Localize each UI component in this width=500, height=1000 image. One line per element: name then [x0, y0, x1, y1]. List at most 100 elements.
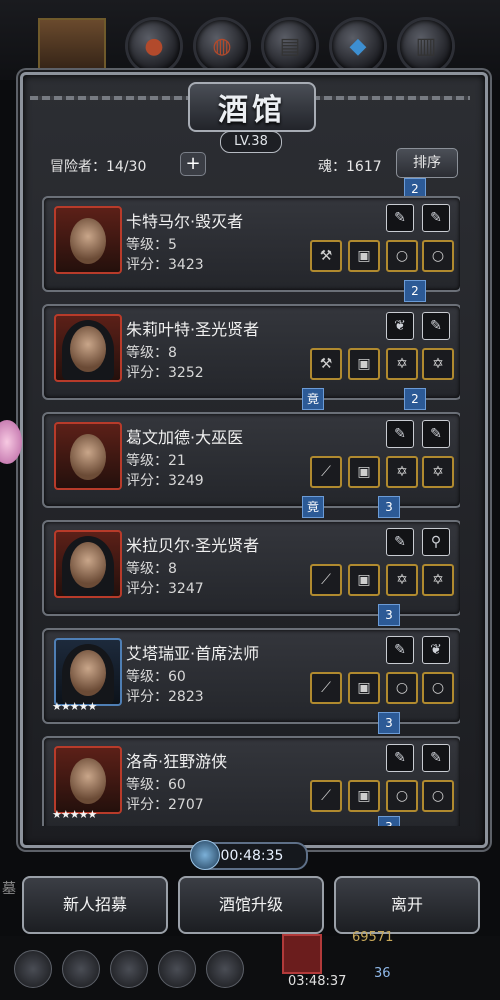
amulet-icon[interactable]: ✡	[386, 456, 418, 488]
menu-icon[interactable]	[206, 950, 244, 988]
hero-score: 评分：3249	[126, 473, 204, 489]
armor-icon[interactable]: ▣	[348, 780, 380, 812]
ring-icon[interactable]: ○	[386, 672, 418, 704]
hero-level: 等级：60	[126, 669, 186, 685]
axe-icon[interactable]: ⚒	[310, 240, 342, 272]
panel-title: 酒馆	[188, 82, 316, 132]
scroll-icon: ◍	[212, 33, 232, 59]
hero-card[interactable]: 葛文加德·大巫医 等级：21 评分：3249 ✎ ✎ ⟋ ▣ ✡ ✡	[42, 412, 460, 508]
skill-icon[interactable]: ❦	[422, 636, 450, 664]
skill-icon[interactable]: ✎	[386, 636, 414, 664]
staff-icon[interactable]: ⟋	[310, 672, 342, 704]
recruit-button[interactable]: 新人招募	[22, 876, 168, 934]
arena-tag: 竟	[302, 388, 324, 410]
hero-card[interactable]: ★★★★★ 洛奇·狂野游侠 等级：60 评分：2707 ✎ ✎ ⟋ ▣ ○ ○	[42, 736, 460, 826]
hero-list[interactable]: 卡特马尔·毁灭者 等级：5 评分：3423 ✎ ✎ ⚒ ▣ ○ ○ 2 朱莉叶特…	[42, 196, 460, 826]
amulet-icon[interactable]: ✡	[422, 456, 454, 488]
hud-slot-2[interactable]: ◍	[196, 20, 248, 72]
hero-portrait	[54, 422, 122, 490]
hero-level: 等级：8	[126, 345, 177, 361]
amulet-icon[interactable]: ✡	[422, 564, 454, 596]
hero-stars: ★★★★★	[52, 700, 97, 713]
staff-icon[interactable]: ⟋	[310, 456, 342, 488]
hero-level: 等级：5	[126, 237, 177, 253]
sort-button[interactable]: 排序	[396, 148, 458, 178]
ring-icon[interactable]: ○	[422, 672, 454, 704]
hero-level: 等级：21	[126, 453, 186, 469]
gift-timer: 03:48:37	[288, 974, 347, 989]
hero-score: 评分：2707	[126, 797, 204, 813]
chain-right	[312, 96, 470, 100]
crystal-icon: ◆	[349, 33, 367, 59]
armor-icon[interactable]: ▣	[348, 564, 380, 596]
hero-portrait	[54, 530, 122, 598]
soul-count: 魂：1617	[318, 159, 382, 175]
hammer-icon[interactable]: ⚒	[310, 348, 342, 380]
hero-name: 朱莉叶特·圣光贤者	[126, 320, 260, 339]
hero-score: 评分：3252	[126, 365, 204, 381]
leave-button[interactable]: 离开	[334, 876, 480, 934]
hero-name: 艾塔瑞亚·首席法师	[126, 644, 260, 663]
ring-icon[interactable]: ○	[422, 780, 454, 812]
hero-card[interactable]: ★★★★★ 艾塔瑞亚·首席法师 等级：60 评分：2823 ✎ ❦ ⟋ ▣ ○ …	[42, 628, 460, 724]
amulet-icon[interactable]: ✡	[386, 564, 418, 596]
arena-tag: 竟	[302, 496, 324, 518]
skill-icon[interactable]: ✎	[422, 744, 450, 772]
side-text: 墓	[2, 881, 16, 897]
menu-icon[interactable]	[158, 950, 196, 988]
armor-icon[interactable]: ▣	[348, 240, 380, 272]
gold-count: 69571	[352, 930, 394, 945]
ring-icon[interactable]: ○	[386, 780, 418, 812]
chest-icon: ▥	[415, 33, 437, 59]
amulet-icon[interactable]: ✡	[422, 348, 454, 380]
hero-portrait	[54, 746, 122, 814]
gem-count: 36	[374, 966, 391, 981]
add-adventurer-button[interactable]: +	[180, 152, 206, 176]
upgrade-tavern-button[interactable]: 酒馆升级	[178, 876, 324, 934]
armor-icon[interactable]: ▣	[348, 672, 380, 704]
menu-icon[interactable]	[110, 950, 148, 988]
skill-icon[interactable]: ✎	[386, 204, 414, 232]
hero-score: 评分：2823	[126, 689, 204, 705]
hero-score: 评分：3247	[126, 581, 204, 597]
armor-icon[interactable]: ▣	[348, 348, 380, 380]
skill-icon[interactable]: ❦	[386, 312, 414, 340]
skill-icon[interactable]: ✎	[422, 420, 450, 448]
book-icon: ▤	[279, 33, 301, 59]
side-bubble-icon[interactable]	[0, 420, 22, 464]
menu-icon[interactable]	[62, 950, 100, 988]
hero-stars: ★★★★★	[52, 808, 97, 821]
hero-card[interactable]: 卡特马尔·毁灭者 等级：5 评分：3423 ✎ ✎ ⚒ ▣ ○ ○	[42, 196, 460, 292]
hero-card[interactable]: 米拉贝尔·圣光贤者 等级：8 评分：3247 ✎ ⚲ ⟋ ▣ ✡ ✡	[42, 520, 460, 616]
rank-tag: 3	[378, 496, 400, 518]
skill-icon[interactable]: ✎	[386, 528, 414, 556]
hud-slot-1[interactable]: ●	[128, 20, 180, 72]
hud-slot-5[interactable]: ▥	[400, 20, 452, 72]
skill-icon[interactable]: ✎	[422, 204, 450, 232]
staff-icon[interactable]: ⟋	[310, 564, 342, 596]
ring-icon[interactable]: ○	[386, 240, 418, 272]
armor-icon[interactable]: ▣	[348, 456, 380, 488]
skill-icon[interactable]: ✎	[386, 420, 414, 448]
spear-icon[interactable]: ⟋	[310, 780, 342, 812]
hero-card[interactable]: 朱莉叶特·圣光贤者 等级：8 评分：3252 ❦ ✎ ⚒ ▣ ✡ ✡	[42, 304, 460, 400]
hud-slot-3[interactable]: ▤	[264, 20, 316, 72]
menu-icon[interactable]	[14, 950, 52, 988]
skill-icon[interactable]: ✎	[422, 312, 450, 340]
gift-icon[interactable]	[282, 934, 322, 974]
hero-name: 葛文加德·大巫医	[126, 428, 244, 447]
skill-icon[interactable]: ⚲	[422, 528, 450, 556]
hero-name: 米拉贝尔·圣光贤者	[126, 536, 260, 555]
skill-icon[interactable]: ✎	[386, 744, 414, 772]
hero-level: 等级：60	[126, 777, 186, 793]
amulet-icon[interactable]: ✡	[386, 348, 418, 380]
rank-tag: 2	[404, 388, 426, 410]
orb-icon: ●	[144, 33, 164, 59]
hud-slot-4[interactable]: ◆	[332, 20, 384, 72]
hero-level: 等级：8	[126, 561, 177, 577]
chain-left	[30, 96, 188, 100]
hero-name: 洛奇·狂野游侠	[126, 752, 228, 771]
rank-tag: 3	[378, 712, 400, 734]
ring-icon[interactable]: ○	[422, 240, 454, 272]
tavern-level-badge: LV.38	[220, 131, 282, 153]
